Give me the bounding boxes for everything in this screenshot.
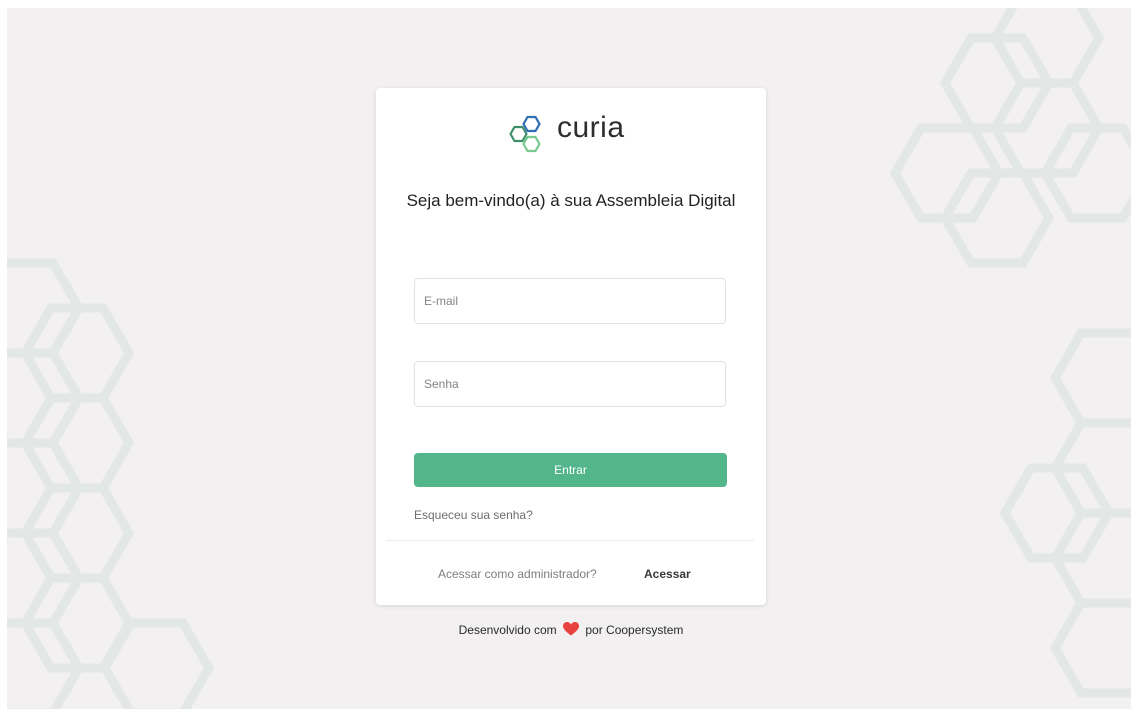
- email-field[interactable]: [414, 278, 726, 324]
- admin-access-link[interactable]: Acessar: [644, 567, 691, 581]
- brand-logo: curia: [501, 102, 641, 158]
- heart-icon: [563, 622, 579, 639]
- email-input[interactable]: [415, 279, 725, 323]
- background-hexagon: [99, 618, 215, 709]
- footer-prefix: Desenvolvido com: [458, 623, 557, 637]
- brand-name: curia: [557, 111, 625, 144]
- background-hexagon: [1049, 328, 1131, 428]
- login-card: curia Seja bem-vindo(a) à sua Assembleia…: [376, 88, 766, 605]
- background-hexagon: [1049, 598, 1131, 698]
- forgot-password-link[interactable]: Esqueceu sua senha?: [414, 508, 533, 522]
- welcome-heading: Seja bem-vindo(a) à sua Assembleia Digit…: [406, 191, 736, 210]
- hexagon-logo-icon: [509, 115, 541, 153]
- admin-prompt-text: Acessar como administrador?: [438, 567, 597, 581]
- divider: [386, 540, 754, 541]
- password-field[interactable]: [414, 361, 726, 407]
- page-background: curia Seja bem-vindo(a) à sua Assembleia…: [7, 8, 1131, 709]
- login-button[interactable]: Entrar: [414, 453, 727, 487]
- footer-credits: Desenvolvido com por Coopersystem: [376, 622, 766, 639]
- footer-suffix: por Coopersystem: [585, 623, 684, 637]
- password-input[interactable]: [415, 362, 725, 406]
